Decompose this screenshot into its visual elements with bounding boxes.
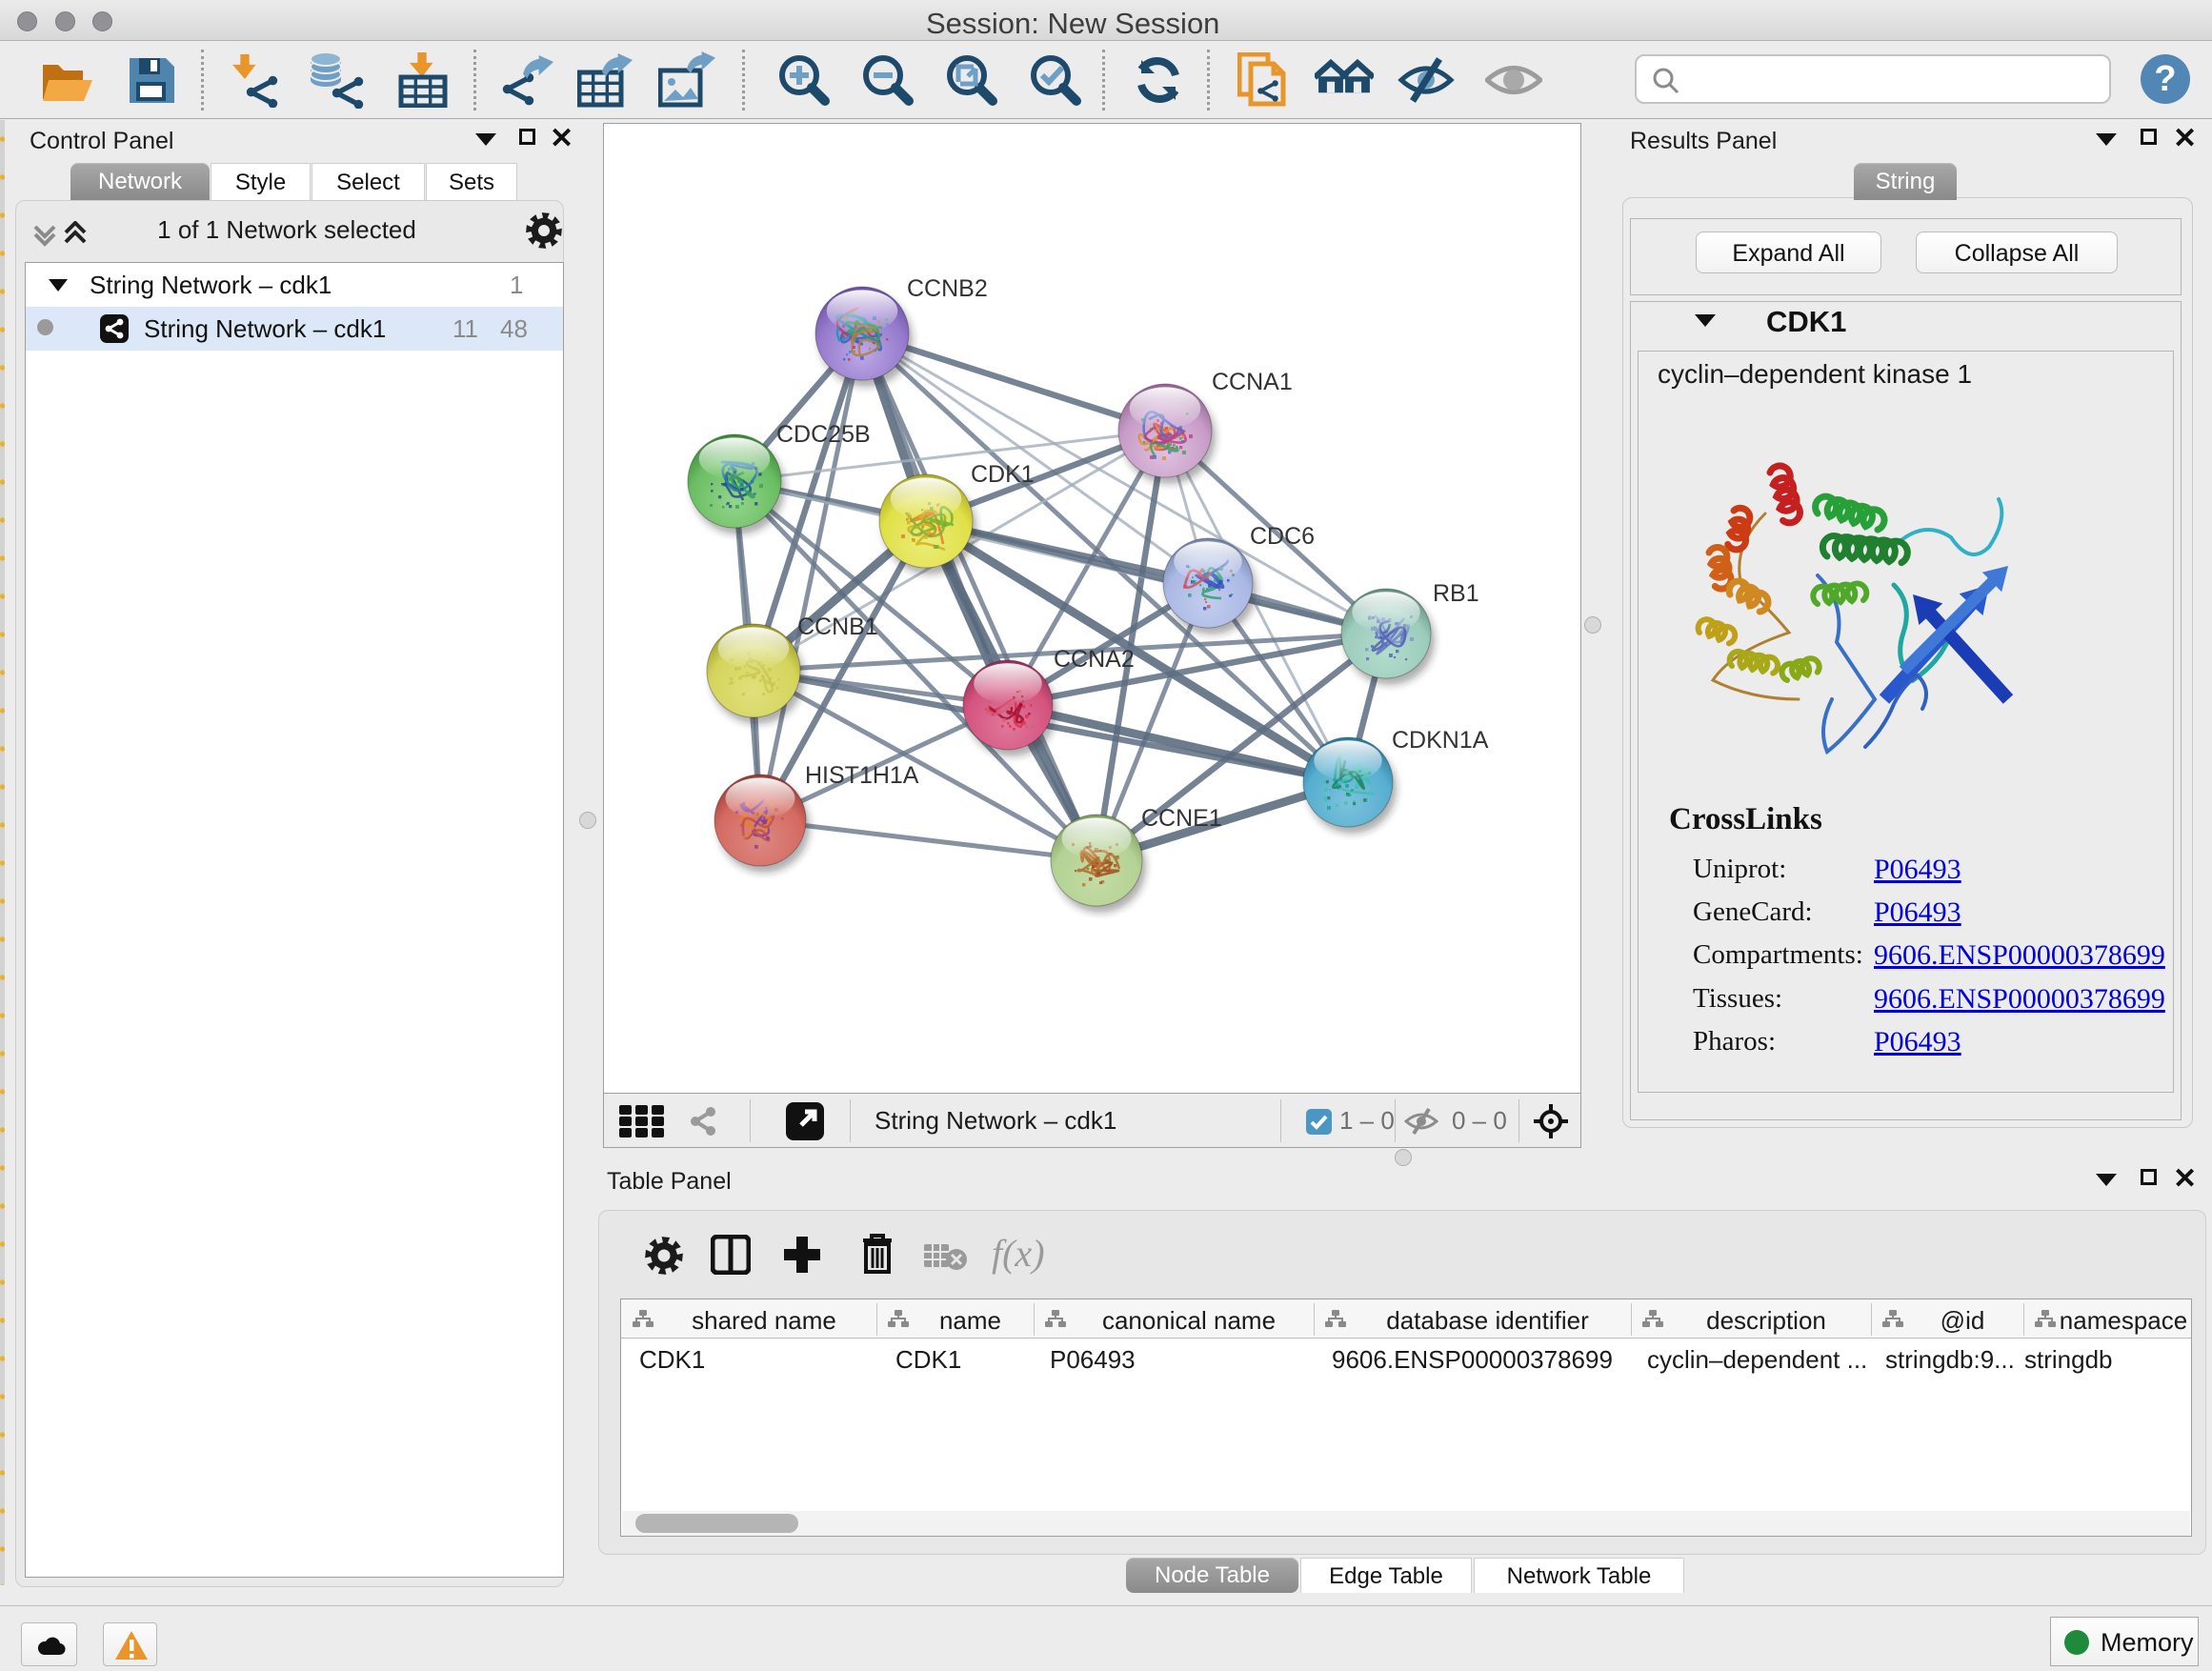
- svg-text:CCNA2: CCNA2: [1054, 646, 1135, 673]
- svg-text:RB1: RB1: [1433, 580, 1479, 607]
- svg-text:CCNB2: CCNB2: [907, 275, 988, 302]
- svg-text:CDKN1A: CDKN1A: [1392, 727, 1489, 754]
- svg-text:CDC25B: CDC25B: [776, 421, 871, 448]
- svg-text:CCNB1: CCNB1: [797, 614, 878, 640]
- svg-text:HIST1H1A: HIST1H1A: [805, 762, 919, 789]
- svg-text:CDC6: CDC6: [1250, 523, 1315, 550]
- svg-text:CDK1: CDK1: [971, 461, 1035, 488]
- svg-text:CCNA1: CCNA1: [1212, 369, 1293, 395]
- svg-text:CCNE1: CCNE1: [1141, 805, 1222, 832]
